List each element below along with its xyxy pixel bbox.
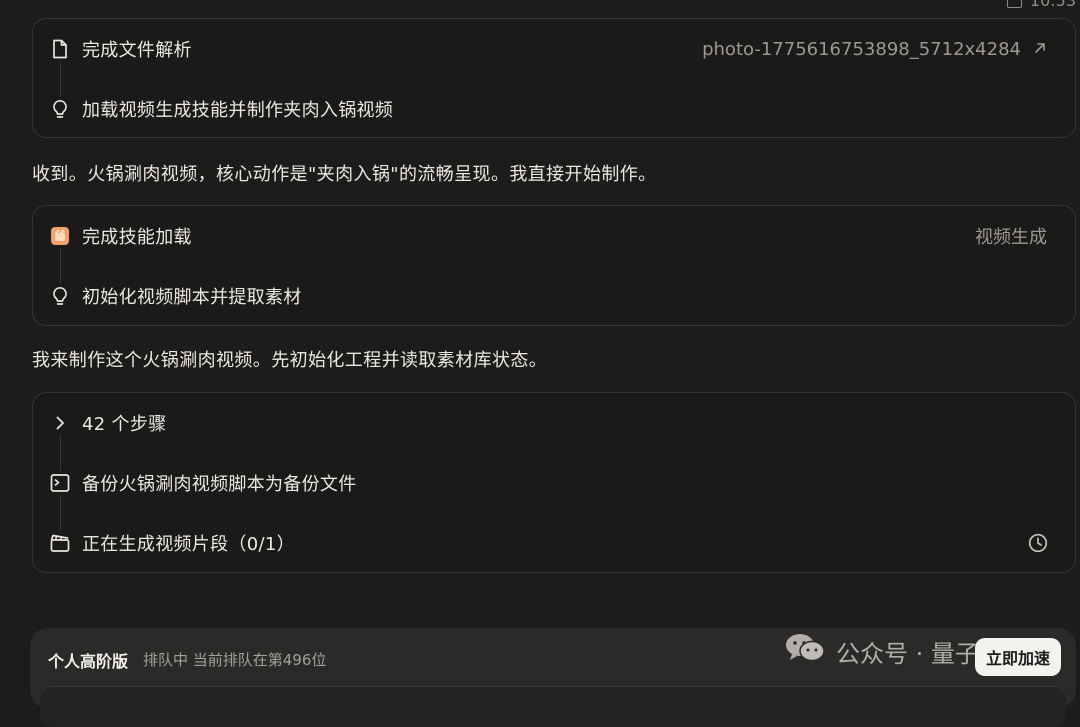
step-label: 完成文件解析 — [82, 40, 192, 61]
step-label: 完成技能加载 — [82, 227, 192, 248]
lightbulb-icon — [50, 286, 70, 306]
video-skill-icon — [50, 226, 70, 246]
step-file-parse[interactable]: 完成文件解析 photo-1775616753898_5712x4284 — [33, 29, 1075, 69]
input-area[interactable] — [40, 686, 1066, 727]
file-link[interactable]: photo-1775616753898_5712x4284 — [702, 39, 1047, 60]
step-label: 加载视频生成技能并制作夹肉入锅视频 — [82, 100, 394, 121]
status-time: 10:53 — [1029, 0, 1076, 10]
step-load-skill[interactable]: 加载视频生成技能并制作夹肉入锅视频 — [33, 89, 1075, 129]
terminal-icon — [50, 473, 70, 493]
wechat-icon — [784, 632, 826, 670]
file-name: photo-1775616753898_5712x4284 — [702, 38, 1021, 60]
skill-tag: 视频生成 — [975, 227, 1047, 248]
steps-count: 42 个步骤 — [82, 414, 167, 435]
status-bar: 10:53 — [1006, 0, 1076, 10]
document-icon — [50, 39, 70, 59]
step-skill-loaded[interactable]: 完成技能加载 视频生成 — [33, 216, 1075, 256]
step-label: 正在生成视频片段（0/1） — [82, 534, 295, 555]
queue-status: 排队中 当前排队在第496位 — [143, 651, 327, 669]
step-label: 初始化视频脚本并提取素材 — [82, 287, 302, 308]
battery-icon — [1006, 0, 1022, 8]
external-link-icon — [1033, 39, 1047, 60]
clapperboard-icon — [50, 533, 70, 553]
watermark: 公众号 · 量子位 — [784, 632, 1003, 670]
step-backup-script[interactable]: 备份火锅涮肉视频脚本为备份文件 — [33, 463, 1075, 503]
step-label: 备份火锅涮肉视频脚本为备份文件 — [82, 474, 357, 495]
speed-up-button[interactable]: 立即加速 — [975, 638, 1061, 676]
assistant-message: 我来制作这个火锅涮肉视频。先初始化工程并读取素材库状态。 — [32, 350, 548, 371]
assistant-message: 收到。火锅涮肉视频，核心动作是"夹肉入锅"的流畅呈现。我直接开始制作。 — [32, 164, 657, 185]
skill-load-card: 完成技能加载 视频生成 初始化视频脚本并提取素材 — [32, 205, 1076, 326]
chevron-right-icon — [50, 413, 70, 433]
file-parse-card: 完成文件解析 photo-1775616753898_5712x4284 加载视… — [32, 18, 1076, 138]
step-init-script[interactable]: 初始化视频脚本并提取素材 — [33, 276, 1075, 316]
progress-card: 42 个步骤 备份火锅涮肉视频脚本为备份文件 正在生成视频片段（0/1） — [32, 392, 1076, 573]
clock-icon — [1028, 533, 1048, 553]
plan-tier: 个人高阶版 — [48, 652, 129, 671]
step-generating-clip[interactable]: 正在生成视频片段（0/1） — [33, 523, 1075, 563]
steps-toggle[interactable]: 42 个步骤 — [33, 403, 1075, 443]
lightbulb-icon — [50, 99, 70, 119]
